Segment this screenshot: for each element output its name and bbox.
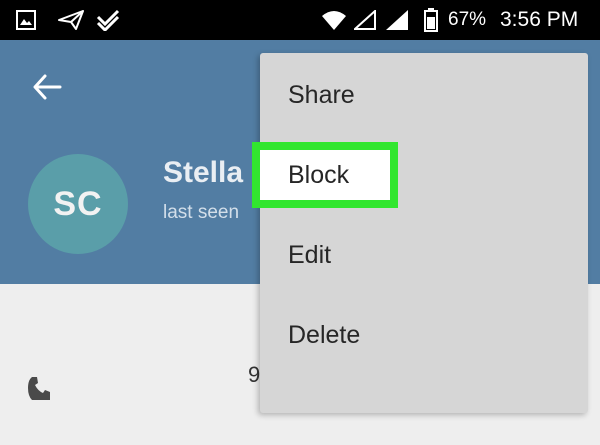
clock: 3:56 PM xyxy=(500,8,579,31)
status-bar: 67% 3:56 PM xyxy=(0,0,600,40)
block-highlight[interactable]: Block xyxy=(252,142,398,208)
menu-item-edit[interactable]: Edit xyxy=(260,225,588,285)
back-button[interactable] xyxy=(30,72,64,106)
menu-item-delete[interactable]: Delete xyxy=(260,305,588,365)
send-icon xyxy=(58,0,84,40)
phone-number[interactable]: 9 xyxy=(248,362,260,388)
signal-icon xyxy=(386,0,408,40)
phone-icon xyxy=(28,376,50,400)
wifi-icon xyxy=(322,0,346,40)
last-seen-status: last seen xyxy=(163,202,240,223)
menu-item-share[interactable]: Share xyxy=(260,65,588,125)
menu-item-label: Delete xyxy=(288,321,361,349)
battery-icon xyxy=(424,0,438,40)
arrow-left-icon xyxy=(32,72,62,107)
avatar[interactable]: SC xyxy=(28,154,128,254)
menu-item-label: Block xyxy=(288,161,350,189)
overflow-menu: Share Edit Delete xyxy=(260,53,588,413)
menu-item-more[interactable] xyxy=(260,385,588,445)
no-signal-icon xyxy=(354,0,376,40)
battery-percentage: 67% xyxy=(448,9,487,30)
menu-item-label: Edit xyxy=(288,241,332,269)
gallery-icon xyxy=(16,0,36,40)
contact-name: Stella xyxy=(163,156,244,189)
menu-item-label: Share xyxy=(288,81,355,109)
check-icon xyxy=(96,0,120,40)
